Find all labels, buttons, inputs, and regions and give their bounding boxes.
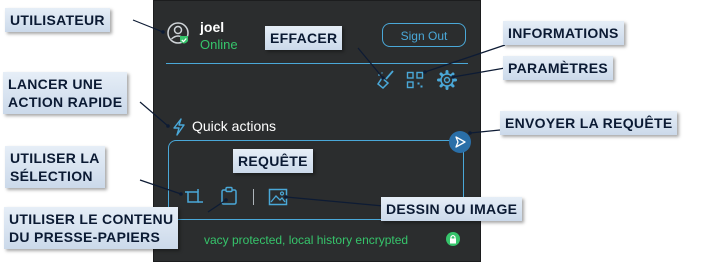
callout-settings: PARAMÈTRES — [503, 56, 613, 81]
callout-selection-line2: SÉLECTION — [10, 168, 93, 185]
callout-selection-line1: UTILISER LA — [10, 150, 100, 166]
callout-clipboard-line1: UTILISER LE CONTENU — [9, 211, 174, 227]
callout-info: INFORMATIONS — [503, 21, 624, 46]
callout-clear: EFFACER — [265, 26, 343, 51]
callout-quick-action-line2: ACTION RAPIDE — [8, 94, 123, 111]
callout-quick-action-line1: LANCER UNE — [8, 76, 103, 92]
callout-request: REQUÊTE — [233, 149, 313, 174]
callout-send: ENVOYER LA REQUÊTE — [500, 111, 678, 136]
callout-clipboard: UTILISER LE CONTENU DU PRESSE-PAPIERS — [4, 207, 179, 250]
callout-selection: UTILISER LA SÉLECTION — [5, 146, 105, 189]
callout-drawing: DESSIN OU IMAGE — [381, 197, 523, 222]
callout-user: UTILISATEUR — [5, 8, 110, 33]
callout-quick-action: LANCER UNE ACTION RAPIDE — [3, 72, 128, 115]
callout-clipboard-line2: DU PRESSE-PAPIERS — [9, 229, 161, 246]
